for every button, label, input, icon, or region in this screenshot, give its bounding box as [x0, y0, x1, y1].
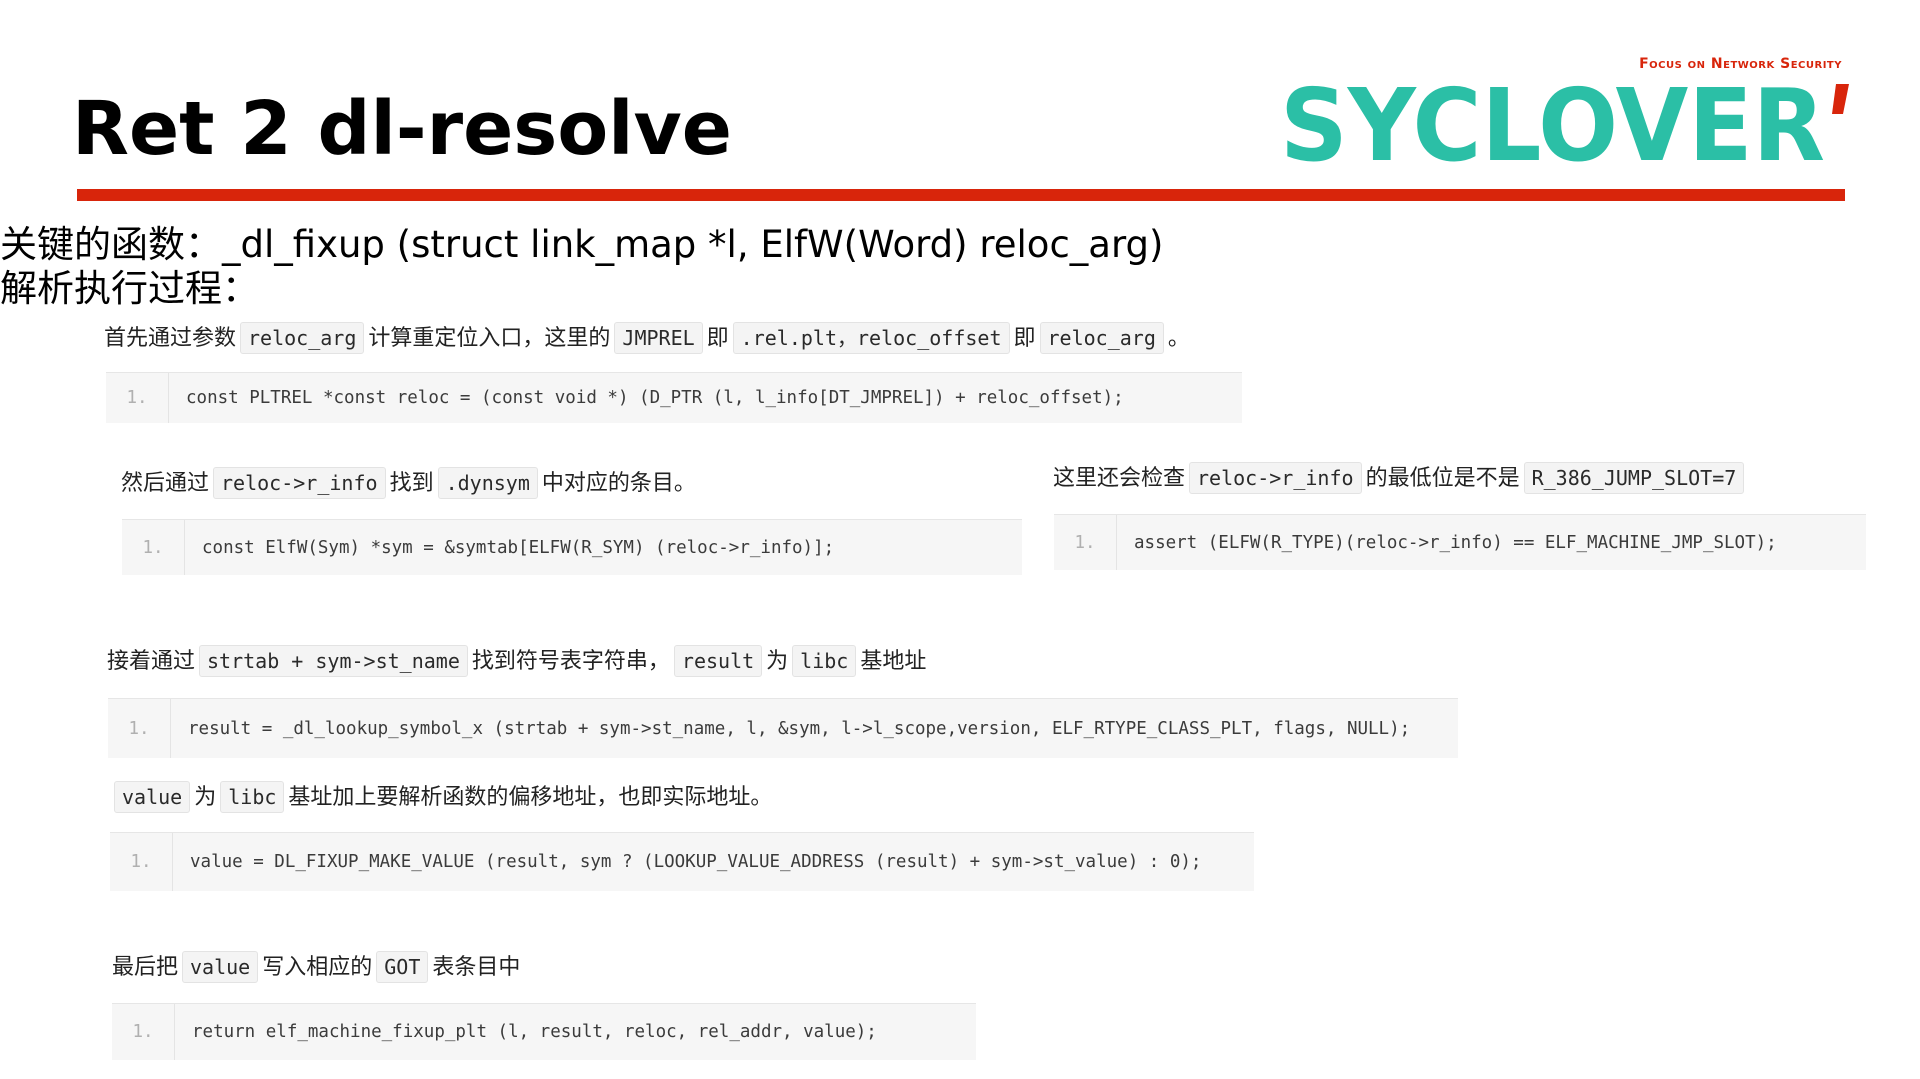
inline-code: libc	[220, 781, 285, 813]
desc-text: 中对应的条目。	[541, 471, 696, 496]
line-number: 1.	[1054, 515, 1117, 570]
code-line: result = _dl_lookup_symbol_x (strtab + s…	[188, 718, 1411, 739]
code-line: return elf_machine_fixup_plt (l, result,…	[192, 1022, 877, 1042]
syclover-logo: Focus on Network Security SYCLOVER	[1280, 56, 1849, 170]
desc-text: 计算重定位入口，这里的	[368, 326, 611, 351]
step-description: 最后把 value 写入相应的 GOT 表条目中	[112, 951, 520, 985]
logo-brand: SYCLOVER	[1280, 67, 1825, 170]
code-block: 1. const PLTREL *const reloc = (const vo…	[106, 372, 1242, 423]
desc-text: 首先通过参数	[104, 326, 237, 351]
desc-text: 为	[766, 649, 789, 674]
inline-code: .rel.plt，reloc_offset	[732, 322, 1010, 354]
inline-code: JMPREL	[614, 322, 703, 354]
inline-code: result	[673, 645, 763, 677]
desc-text: 这里还会检查	[1053, 466, 1186, 491]
step-description: 这里还会检查 reloc->r_info 的最低位是不是 R_386_JUMP_SLO…	[1053, 462, 1748, 496]
desc-text: 然后通过	[121, 471, 210, 496]
line-number: 1.	[108, 699, 171, 758]
code-line: value = DL_FIXUP_MAKE_VALUE (result, sym…	[190, 852, 1202, 872]
intro-process-label: 解析执行过程：	[0, 267, 259, 310]
line-number: 1.	[110, 833, 173, 891]
slide-title: Ret 2 dl-resolve	[72, 86, 732, 172]
desc-text: 最后把	[112, 955, 179, 980]
code-block: 1. const ElfW(Sym) *sym = &symtab[ELFW(R…	[122, 519, 1022, 575]
step-description: 然后通过 reloc->r_info 找到 .dynsym 中对应的条目。	[121, 467, 696, 501]
inline-code: GOT	[376, 951, 429, 983]
line-number: 1.	[122, 520, 185, 575]
desc-text: 基地址	[860, 649, 927, 674]
inline-code: strtab + sym->st_name	[199, 645, 468, 677]
desc-text: 的最低位是不是	[1365, 466, 1520, 491]
code-block: 1. assert (ELFW(R_TYPE)(reloc->r_info) =…	[1054, 514, 1866, 570]
line-number: 1.	[106, 373, 169, 423]
desc-text: 表条目中	[432, 955, 521, 980]
line-number: 1.	[112, 1004, 175, 1060]
code-line: const ElfW(Sym) *sym = &symtab[ELFW(R_SY…	[202, 537, 835, 558]
code-block: 1. value = DL_FIXUP_MAKE_VALUE (result, …	[110, 832, 1254, 891]
desc-text: 写入相应的	[262, 955, 373, 980]
desc-text: 接着通过	[107, 649, 196, 674]
desc-text: 基址加上要解析函数的偏移地址，也即实际地址。	[288, 785, 773, 810]
desc-text: 为	[194, 785, 217, 810]
inline-code: reloc_arg	[240, 322, 365, 354]
code-line: assert (ELFW(R_TYPE)(reloc->r_info) == E…	[1134, 532, 1777, 553]
inline-code: reloc->r_info	[213, 467, 386, 499]
step-description: value 为 libc 基址加上要解析函数的偏移地址，也即实际地址。	[110, 781, 772, 815]
code-line: const PLTREL *const reloc = (const void …	[186, 388, 1124, 408]
inline-code: .dynsym	[437, 467, 538, 499]
step-description: 接着通过 strtab + sym->st_name 找到符号表字符串， result…	[107, 645, 926, 679]
code-block: 1. return elf_machine_fixup_plt (l, resu…	[112, 1003, 976, 1060]
inline-code: R_386_JUMP_SLOT=7	[1523, 462, 1745, 494]
desc-text: 即	[706, 326, 729, 351]
inline-code: value	[182, 951, 259, 983]
inline-code: reloc_arg	[1039, 322, 1164, 354]
desc-text: 即	[1013, 326, 1036, 351]
logo-accent-mark	[1832, 84, 1849, 114]
inline-code: libc	[792, 645, 857, 677]
code-block: 1. result = _dl_lookup_symbol_x (strtab …	[108, 698, 1458, 758]
intro-key-function: 关键的函数：_dl_fixup (struct link_map *l, Elf…	[0, 223, 1164, 266]
title-underline	[77, 189, 1845, 201]
inline-code: reloc->r_info	[1189, 462, 1362, 494]
desc-text: 找到符号表字符串，	[471, 649, 670, 674]
desc-text: 。	[1167, 326, 1190, 351]
desc-text: 找到	[389, 471, 434, 496]
step-description: 首先通过参数 reloc_arg 计算重定位入口，这里的 JMPREL 即 .rel.pl…	[104, 322, 1190, 356]
inline-code: value	[114, 781, 191, 813]
